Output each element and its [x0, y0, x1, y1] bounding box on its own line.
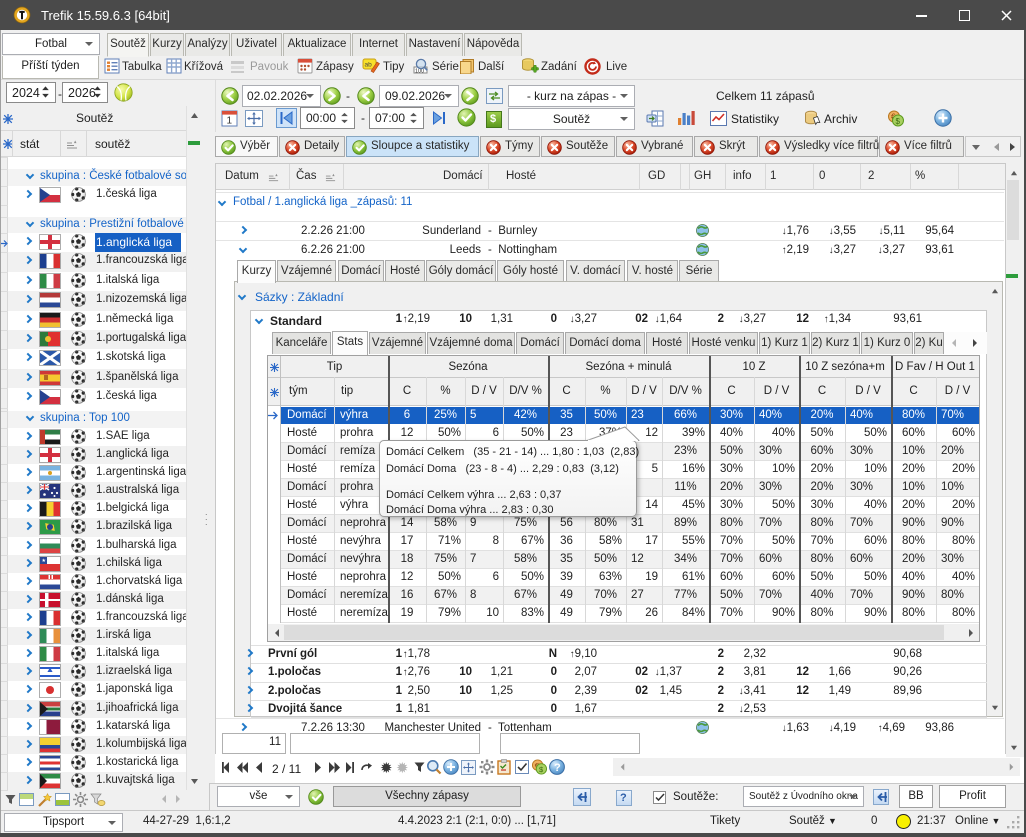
svg-text:ab: ab	[365, 62, 373, 69]
svg-text:1: 1	[227, 116, 233, 127]
svg-text:100: 100	[415, 68, 424, 74]
svg-text:$: $	[896, 117, 901, 126]
svg-text:?: ?	[554, 762, 561, 774]
